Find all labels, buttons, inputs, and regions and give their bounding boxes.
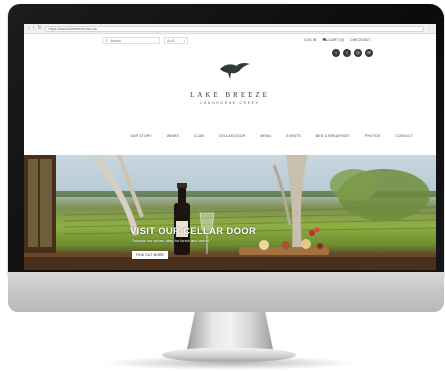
search-input[interactable] <box>109 38 150 43</box>
nav-item-events[interactable]: EVENTS <box>278 134 308 138</box>
checkout-link[interactable]: CHECKOUT <box>350 38 370 42</box>
browser-menu-icon[interactable]: ⋮ <box>427 26 432 31</box>
brand-name: LAKE BREEZE <box>190 91 270 99</box>
forward-icon[interactable]: › <box>33 26 35 31</box>
nav-item-photos[interactable]: PHOTOS <box>357 134 387 138</box>
back-icon[interactable]: ‹ <box>28 26 30 31</box>
pelican-logo-icon[interactable] <box>217 60 253 82</box>
facebook-icon[interactable]: f <box>343 49 351 57</box>
screen: ‹ › ↻ https://www.lakebreeze.com.au ⋮ ⚲ … <box>24 24 436 270</box>
monitor-stand-base <box>162 348 296 362</box>
nav-item-menu[interactable]: MENU <box>252 134 278 138</box>
currency-select[interactable]: AUD ▾ <box>164 37 188 44</box>
cart-icon: ⛟ <box>322 37 328 42</box>
cart-link[interactable]: ⛟ CART (0) <box>322 37 344 43</box>
nav-item-our-story[interactable]: OUR STORY <box>122 134 159 138</box>
cart-label: CART (0) <box>328 38 344 42</box>
search-icon: ⚲ <box>105 37 108 43</box>
monitor: ‹ › ↻ https://www.lakebreeze.com.au ⋮ ⚲ … <box>8 4 444 312</box>
chevron-down-icon: ▾ <box>183 38 185 43</box>
url-text: https://www.lakebreeze.com.au <box>48 26 97 31</box>
main-nav: OUR STORY WINES CLUB CELLAR DOOR MENU EV… <box>122 134 420 138</box>
email-icon[interactable]: ✉ <box>365 49 373 57</box>
instagram-icon[interactable]: ◎ <box>354 49 362 57</box>
account-links: LOG IN ⛟ CART (0) CHECKOUT <box>304 37 370 43</box>
hero-title: VISIT OUR CELLAR DOOR <box>130 226 257 237</box>
nav-item-contact[interactable]: CONTACT <box>387 134 420 138</box>
twitter-icon[interactable]: t <box>332 49 340 57</box>
search-box: ⚲ <box>102 37 160 44</box>
site-topbar: ⚲ AUD ▾ LOG IN ⛟ CART (0) CHECKOUT <box>24 36 436 45</box>
find-out-more-button[interactable]: FIND OUT MORE <box>132 251 168 259</box>
brand-subtitle: LANGHORNE CREEK <box>200 101 260 105</box>
hero-vineyard-image <box>24 155 436 270</box>
login-link[interactable]: LOG IN <box>304 38 316 42</box>
monitor-chin <box>8 272 444 312</box>
nav-item-wines[interactable]: WINES <box>159 134 186 138</box>
reload-icon[interactable]: ↻ <box>37 26 41 31</box>
nav-item-bed-breakfast[interactable]: BED & BREAKFAST <box>308 134 357 138</box>
browser-toolbar: ‹ › ↻ https://www.lakebreeze.com.au ⋮ <box>24 24 436 34</box>
nav-item-club[interactable]: CLUB <box>186 134 211 138</box>
address-bar[interactable]: https://www.lakebreeze.com.au <box>44 25 424 32</box>
hero-banner: VISIT OUR CELLAR DOOR Sample our wines, … <box>24 155 436 270</box>
currency-value: AUD <box>167 38 175 43</box>
nav-item-cellar-door[interactable]: CELLAR DOOR <box>211 134 253 138</box>
hero-subtitle: Sample our wines, stay for lunch and mor… <box>132 238 209 243</box>
social-links: t f ◎ ✉ <box>332 49 373 57</box>
